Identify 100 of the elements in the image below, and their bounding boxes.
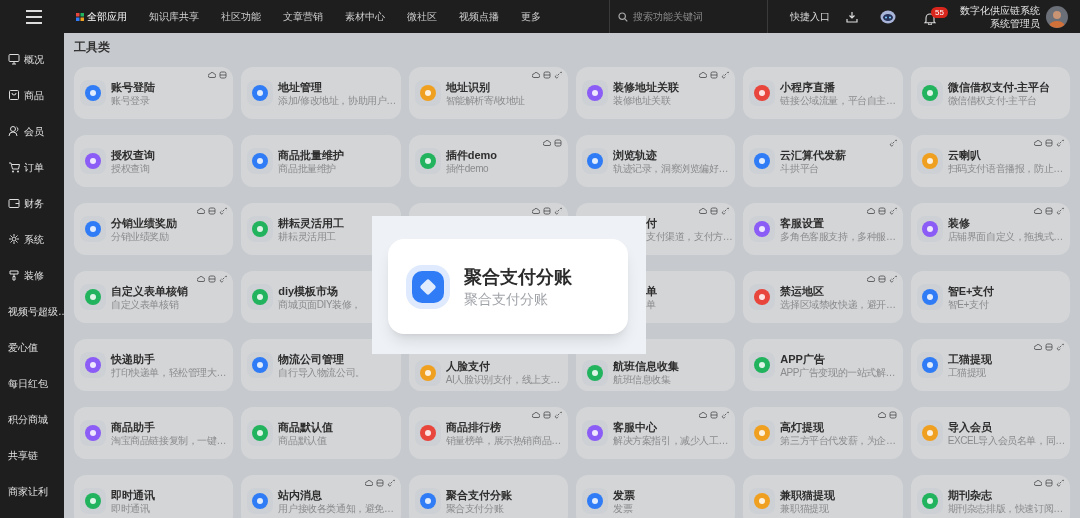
app-card[interactable]: 高灯提现 第三方平台代发薪，为企… <box>743 407 903 459</box>
card-description: 支付渠道，支付方… <box>646 229 733 243</box>
sidebar-item[interactable]: 财务 <box>0 185 64 221</box>
app-card[interactable]: 账号登陆 账号登录 <box>74 67 234 119</box>
card-title: 小程序直播 <box>780 79 836 94</box>
app-card[interactable]: 智E+支付 智E+支付 <box>910 271 1070 323</box>
card-title: 付 <box>646 215 657 230</box>
app-card[interactable]: 商品批量维护 商品批量维护 <box>241 135 401 187</box>
menu-icon[interactable] <box>26 9 42 24</box>
sidebar-item[interactable]: 概况 <box>0 41 64 77</box>
download-icon[interactable] <box>846 10 859 23</box>
app-card[interactable]: 即时通讯 即时通讯 <box>74 475 234 518</box>
card-title: 客服中心 <box>613 419 657 434</box>
section-title: 工具类 <box>74 39 111 55</box>
card-description: 多角色客服支持，多种服… <box>780 229 896 243</box>
sidebar-item[interactable]: 装修 <box>0 257 64 293</box>
search-icon <box>618 11 629 22</box>
cart-icon <box>8 161 20 173</box>
app-card[interactable]: 物流公司管理 自行导入物流公司。 <box>241 339 401 391</box>
sidebar-item[interactable]: 爱心值 <box>0 329 64 365</box>
app-card[interactable]: 分销业绩奖励 分销业绩奖励 <box>74 203 234 255</box>
app-card[interactable]: 快递助手 打印快递单，轻松管理大… <box>74 339 234 391</box>
app-card[interactable]: 工猫提现 工猫提现 <box>910 339 1070 391</box>
sidebar-item[interactable]: 订单 <box>0 149 64 185</box>
card-title: 分销业绩奖励 <box>111 215 177 230</box>
card-title: 人脸支付 <box>445 359 490 373</box>
card-description: 期刊杂志排版，快速订阅… <box>947 501 1063 515</box>
card-description: 商品默认值 <box>278 433 327 447</box>
card-title: 商品默认值 <box>278 419 334 434</box>
highlighted-card[interactable]: 聚合支付分账 聚合支付分账 <box>388 239 628 334</box>
bag-icon <box>8 89 20 101</box>
app-card[interactable]: 期刊杂志 期刊杂志排版，快速订阅… <box>910 475 1070 518</box>
app-card[interactable]: 客服设置 多角色客服支持，多种服… <box>743 203 903 255</box>
sidebar-item[interactable]: 系统 <box>0 221 64 257</box>
app-card[interactable]: 客服中心 解决方案指引，减少人工… <box>576 407 736 459</box>
organization-name: 数字化供应链系统 <box>960 3 1041 17</box>
nav-tab[interactable]: 微社区 <box>407 9 437 24</box>
nav-tab[interactable]: 素材中心 <box>345 9 385 24</box>
card-description: 用户接收各类通知，避免… <box>278 501 394 515</box>
app-card[interactable]: 站内消息 用户接收各类通知，避免… <box>241 475 401 518</box>
app-card[interactable]: 导入会员 EXCEL导入会员名单，同… <box>910 407 1070 459</box>
card-description: 即时通讯 <box>111 501 150 515</box>
card-description: 发票 <box>613 501 633 515</box>
card-description: 兼职猫提现 <box>780 501 829 515</box>
app-card[interactable]: 禁运地区 选择区域禁收快递，避开… <box>743 271 903 323</box>
wallet-icon <box>8 197 20 209</box>
app-card[interactable]: 云喇叭 扫码支付语音播报，防止… <box>910 135 1070 187</box>
app-card[interactable]: 地址识别 智能解析寄/收地址 <box>408 67 568 119</box>
card-title: 账号登陆 <box>111 79 155 94</box>
nav-tab[interactable]: 视频点播 <box>459 9 499 24</box>
card-title: 商品助手 <box>111 419 155 434</box>
app-card[interactable]: 授权查询 授权查询 <box>74 135 234 187</box>
app-card[interactable]: 兼职猫提现 兼职猫提现 <box>743 475 903 518</box>
search-field[interactable]: 搜索功能关键词 <box>633 9 754 24</box>
card-title: 插件demo <box>445 147 497 162</box>
app-card[interactable]: 商品排行榜 销量榜单，展示热销商品… <box>408 407 568 459</box>
card-title: 禁运地区 <box>780 283 825 298</box>
sidebar-item[interactable]: 商家让利 <box>0 473 64 509</box>
sidebar-item[interactable]: 共享链 <box>0 437 64 473</box>
sidebar-item[interactable]: 商品 <box>0 77 64 113</box>
sidebar-item[interactable]: 积分商城 <box>0 401 64 437</box>
sidebar-item[interactable]: 每日红包 <box>0 365 64 401</box>
app-card[interactable]: 微信借权支付-主平台 微信借权支付-主平台 <box>910 67 1070 119</box>
bell-icon[interactable] <box>924 11 937 25</box>
card-title: 地址管理 <box>278 79 323 94</box>
app-card[interactable]: 装修 店铺界面自定义，拖拽式… <box>910 203 1070 255</box>
card-title: 微信借权支付-主平台 <box>947 79 1051 94</box>
card-title: 耕耘灵活用工 <box>278 215 345 230</box>
notification-badge: 55 <box>931 6 948 18</box>
app-card[interactable]: 自定义表单核销 自定义表单核销 <box>74 271 234 323</box>
card-title: 工猫提现 <box>947 351 992 366</box>
card-description: 自行导入物流公司。 <box>278 365 365 379</box>
sidebar-item[interactable]: 会员 <box>0 113 64 149</box>
avatar-icon[interactable] <box>1046 5 1068 28</box>
card-title: 快递助手 <box>111 351 155 366</box>
card-description: 解决方案指引，减少人工… <box>613 433 729 447</box>
app-card[interactable]: 商品默认值 商品默认值 <box>241 407 401 459</box>
app-card[interactable]: 云汇算代发薪 斗拱平台 <box>743 135 903 187</box>
card-description: 微信借权支付-主平台 <box>947 93 1037 107</box>
app-card[interactable]: 小程序直播 链接公域流量，平台自主… <box>743 67 903 119</box>
sidebar-item[interactable]: 视频号超级… <box>0 293 64 329</box>
app-card[interactable]: 发票 发票 <box>576 475 736 518</box>
nav-tab[interactable]: 更多 <box>521 9 541 24</box>
app-card[interactable]: 聚合支付分账 聚合支付分账 <box>408 475 568 518</box>
card-description: 打印快递单，轻松管理大… <box>111 365 227 379</box>
card-description: 耕耘灵活用工 <box>278 229 336 243</box>
card-title: 发票 <box>613 487 635 502</box>
card-description: 聚合支付分账 <box>464 289 549 309</box>
nav-tab[interactable]: 社区功能 <box>221 9 261 24</box>
card-title: 导入会员 <box>947 419 992 434</box>
nav-tab[interactable]: 全部应用 <box>76 9 127 24</box>
robot-icon[interactable] <box>880 9 897 24</box>
nav-tab[interactable]: 知识库共享 <box>149 9 199 24</box>
nav-tab[interactable]: 文章营销 <box>283 9 323 24</box>
card-title: 物流公司管理 <box>278 351 345 366</box>
user-icon <box>8 125 20 137</box>
app-card[interactable]: 插件demo 插件demo <box>408 135 568 187</box>
card-title: diy模板市场 <box>278 283 339 298</box>
quick-entry-link[interactable]: 快捷入口 <box>790 9 831 24</box>
app-card[interactable]: 浏览轨迹 轨迹记录，洞察浏览偏好… <box>576 135 736 187</box>
